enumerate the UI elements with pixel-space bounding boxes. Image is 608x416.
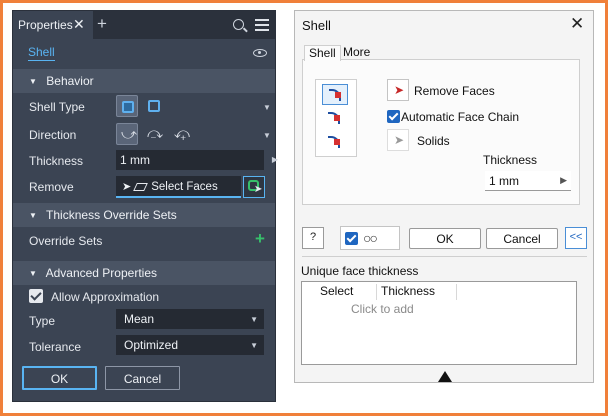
thickness-value: 1 mm bbox=[489, 174, 519, 188]
collapse-caret-icon: ▼ bbox=[29, 269, 37, 278]
direction-both-button[interactable]: ⤽ bbox=[170, 123, 192, 145]
search-icon[interactable] bbox=[233, 19, 244, 30]
gray-pointer-icon: ➤ bbox=[394, 133, 405, 147]
face-marker-icon bbox=[334, 139, 340, 145]
direction-inside-button[interactable] bbox=[322, 84, 348, 105]
shell-type-label: Shell Type bbox=[29, 100, 85, 114]
select-toggle-button[interactable]: ➤ bbox=[243, 176, 265, 198]
direction-both-button[interactable] bbox=[322, 132, 348, 153]
ok-button[interactable]: OK bbox=[409, 228, 481, 249]
type-select[interactable]: Mean ▼ bbox=[116, 309, 264, 329]
remove-label: Remove bbox=[29, 180, 74, 194]
feature-name-row: Shell bbox=[13, 39, 275, 67]
type-value: Mean bbox=[124, 312, 155, 326]
direction-button-stack bbox=[315, 79, 357, 157]
shell-outside-icon bbox=[148, 100, 160, 112]
override-sets-label: Override Sets bbox=[29, 234, 103, 248]
tolerance-label: Tolerance bbox=[29, 340, 82, 354]
shell-type-outside-button[interactable] bbox=[143, 95, 165, 117]
preview-checkbox[interactable] bbox=[345, 232, 358, 245]
solids-label: Solids bbox=[417, 134, 450, 148]
menu-icon[interactable] bbox=[255, 19, 269, 31]
expand-up-icon[interactable] bbox=[438, 371, 452, 382]
shell-type-dropdown-icon[interactable]: ▼ bbox=[263, 103, 271, 112]
allow-approximation-checkbox[interactable] bbox=[29, 289, 43, 303]
pointer-icon: ➤ bbox=[122, 181, 132, 193]
allow-approximation-label: Allow Approximation bbox=[51, 290, 160, 304]
direction-label: Direction bbox=[29, 128, 77, 142]
ok-button[interactable]: OK bbox=[22, 366, 97, 390]
add-icon[interactable]: + bbox=[255, 229, 265, 249]
shell-inside-icon bbox=[122, 101, 134, 113]
remove-faces-button[interactable]: ➤ bbox=[387, 79, 409, 101]
face-marker-icon bbox=[334, 115, 340, 121]
unique-face-thickness-label: Unique face thickness bbox=[301, 264, 419, 278]
feature-name-link[interactable]: Shell bbox=[28, 45, 55, 61]
chevron-down-icon: ▼ bbox=[250, 315, 258, 324]
tolerance-select[interactable]: Optimized ▼ bbox=[116, 335, 264, 355]
divider bbox=[302, 256, 587, 257]
remove-faces-placeholder: Select Faces bbox=[151, 181, 218, 193]
cancel-button[interactable]: Cancel bbox=[105, 366, 180, 390]
thickness-input[interactable]: 1 mm ▶ bbox=[116, 150, 278, 170]
section-behavior[interactable]: ▼ Behavior bbox=[13, 69, 275, 93]
shell-dialog: Shell ✕ Shell More ➤ Remove Faces Automa… bbox=[294, 10, 594, 383]
thickness-arrow-icon[interactable]: ▶ bbox=[560, 175, 567, 186]
section-behavior-label: Behavior bbox=[46, 74, 94, 88]
glasses-icon: ○○ bbox=[363, 230, 378, 246]
direction-both-icon: ⤽ bbox=[174, 125, 191, 142]
add-tab-icon[interactable]: + bbox=[97, 14, 107, 34]
close-icon[interactable]: ✕ bbox=[570, 14, 584, 34]
unique-face-thickness-table[interactable]: Select Thickness Click to add bbox=[301, 281, 577, 365]
thickness-label: Thickness bbox=[483, 153, 538, 167]
shell-type-inside-button[interactable] bbox=[116, 95, 138, 117]
column-header-thickness[interactable]: Thickness bbox=[377, 284, 457, 300]
dialog-title: Shell bbox=[302, 18, 331, 33]
properties-tab-bar: Properties ✕ + bbox=[13, 11, 275, 39]
tolerance-value: Optimized bbox=[124, 338, 179, 352]
tab-shell[interactable]: Shell bbox=[304, 45, 341, 61]
direction-outside-button[interactable] bbox=[322, 108, 348, 129]
section-advanced-properties[interactable]: ▼ Advanced Properties bbox=[13, 261, 275, 285]
eye-icon[interactable] bbox=[253, 49, 267, 57]
solids-button[interactable]: ➤ bbox=[387, 129, 409, 151]
thickness-arrow-icon[interactable]: ▶ bbox=[272, 155, 278, 164]
select-pointer-icon: ➤ bbox=[254, 184, 263, 195]
preview-toggle: ○○ bbox=[340, 226, 400, 250]
tab-properties[interactable]: Properties ✕ bbox=[13, 11, 93, 39]
collapse-caret-icon: ▼ bbox=[29, 211, 37, 220]
column-header-select[interactable]: Select bbox=[316, 284, 377, 300]
red-pointer-icon: ➤ bbox=[394, 83, 405, 97]
type-label: Type bbox=[29, 314, 56, 328]
direction-dropdown-icon[interactable]: ▼ bbox=[263, 131, 271, 140]
click-to-add-row[interactable]: Click to add bbox=[351, 302, 414, 316]
tab-more[interactable]: More bbox=[339, 45, 374, 60]
collapse-caret-icon: ▼ bbox=[29, 77, 37, 86]
close-icon[interactable]: ✕ bbox=[73, 16, 85, 33]
direction-inside-icon: ⤻ bbox=[121, 126, 138, 143]
direction-outside-button[interactable]: ⤼ bbox=[143, 123, 165, 145]
section-advanced-label: Advanced Properties bbox=[45, 266, 157, 280]
remove-faces-label: Remove Faces bbox=[414, 84, 495, 98]
automatic-face-chain-checkbox[interactable] bbox=[387, 110, 400, 123]
thickness-label: Thickness bbox=[29, 154, 84, 168]
face-icon bbox=[133, 183, 149, 191]
help-button[interactable]: ? bbox=[302, 227, 324, 249]
automatic-face-chain-label: Automatic Face Chain bbox=[401, 110, 520, 124]
section-thickness-override[interactable]: ▼ Thickness Override Sets bbox=[13, 203, 275, 227]
collapse-button[interactable]: << bbox=[565, 227, 587, 249]
face-marker-icon bbox=[335, 92, 341, 98]
chevron-down-icon: ▼ bbox=[250, 341, 258, 350]
properties-panel: Properties ✕ + Shell ▼ Behavior Shell Ty… bbox=[12, 10, 278, 402]
cancel-button[interactable]: Cancel bbox=[486, 228, 558, 249]
thickness-input[interactable]: 1 mm ▶ bbox=[485, 171, 571, 191]
help-icon: ? bbox=[309, 231, 317, 243]
direction-outside-icon: ⤼ bbox=[147, 125, 164, 142]
thickness-value: 1 mm bbox=[120, 153, 150, 167]
direction-inside-button[interactable]: ⤻ bbox=[116, 123, 138, 145]
tab-properties-label: Properties bbox=[18, 18, 73, 32]
remove-faces-selector[interactable]: ➤ Select Faces bbox=[116, 176, 241, 198]
section-thickness-override-label: Thickness Override Sets bbox=[46, 208, 177, 222]
